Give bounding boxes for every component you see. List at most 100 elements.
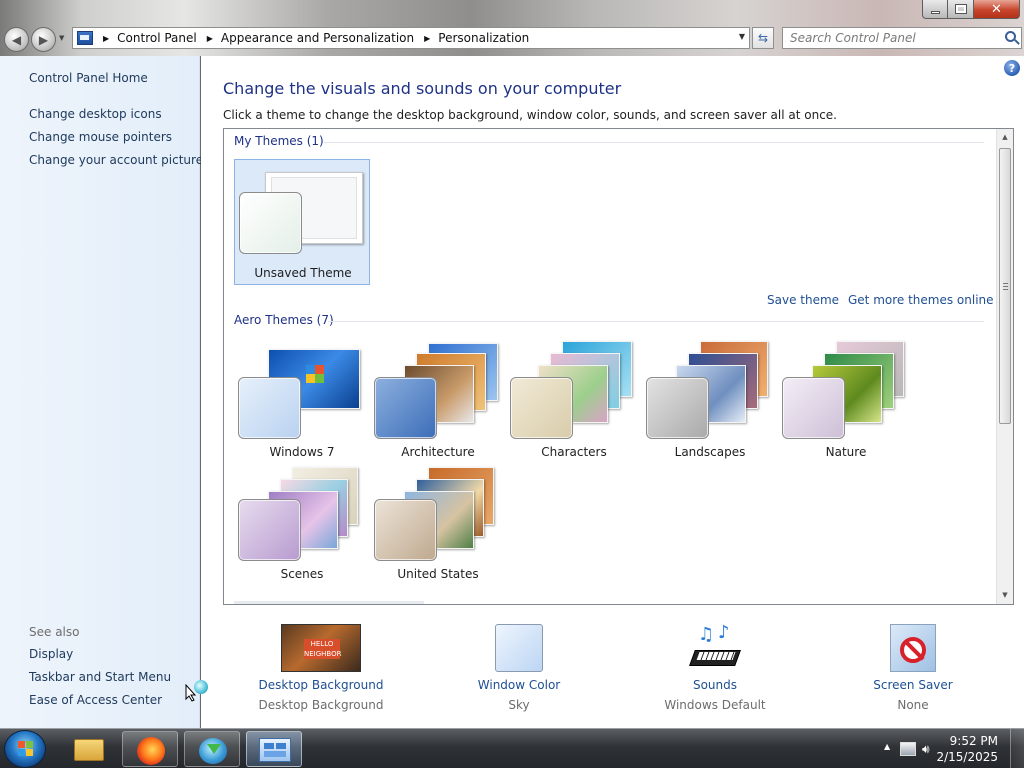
- get-more-themes-link[interactable]: Get more themes online: [848, 293, 994, 307]
- change-desktop-icons-link[interactable]: Change desktop icons: [29, 107, 162, 121]
- taskbar-explorer[interactable]: [60, 731, 116, 767]
- screen-saver-value: None: [897, 698, 929, 712]
- address-bar[interactable]: ▶ Control Panel ▶ Appearance and Persona…: [72, 27, 750, 49]
- task-pane: Control Panel Home Change desktop icons …: [0, 56, 203, 728]
- change-mouse-pointers-link[interactable]: Change mouse pointers: [29, 130, 172, 144]
- control-panel-icon-detail: [264, 751, 286, 757]
- window-color-value: Sky: [508, 698, 530, 712]
- show-hidden-icons-icon[interactable]: ▲: [884, 742, 890, 751]
- search-input[interactable]: Search Control Panel: [782, 27, 1022, 49]
- screen-saver-tile[interactable]: Screen Saver None: [823, 624, 1003, 714]
- theme-list-scrollbar[interactable]: ▲ ▼: [996, 129, 1013, 604]
- piano-keys-white: [696, 652, 736, 660]
- taskbar-download-manager[interactable]: [184, 731, 240, 767]
- sounds-tile[interactable]: ♫ ♪ Sounds Windows Default: [625, 622, 805, 714]
- taskbar-control-panel[interactable]: [246, 731, 302, 767]
- breadcrumb-item-personalization[interactable]: Personalization: [438, 31, 529, 45]
- firefox-icon: [137, 737, 165, 765]
- taskbar-firefox[interactable]: [122, 731, 178, 767]
- scroll-down-icon[interactable]: ▼: [997, 587, 1013, 603]
- window-color-tile[interactable]: Window Color Sky: [429, 624, 609, 714]
- address-dropdown-icon[interactable]: ▼: [739, 32, 745, 41]
- windows-explorer-icon: [74, 739, 104, 761]
- theme-color-swatch: [510, 377, 573, 439]
- refresh-icon: ⇆: [757, 31, 769, 45]
- breadcrumb-item-appearance[interactable]: Appearance and Personalization: [221, 31, 414, 45]
- back-button[interactable]: ◀: [4, 27, 29, 52]
- control-panel-icon: [259, 738, 291, 762]
- aero-themes-header: Aero Themes (7): [234, 313, 334, 327]
- control-panel-home-link[interactable]: Control Panel Home: [29, 71, 148, 85]
- theme-color-swatch: [238, 377, 301, 439]
- show-desktop-button[interactable]: [1010, 729, 1024, 768]
- windows-logo-icon: [18, 741, 34, 757]
- desktop-background-tile[interactable]: HELLO NEIGHBOR Desktop Background Desktop…: [231, 624, 411, 714]
- forward-button[interactable]: ▶: [31, 27, 56, 52]
- ease-of-access-link[interactable]: Ease of Access Center: [29, 693, 162, 707]
- maximize-icon: [954, 4, 967, 14]
- scroll-grip: [1003, 289, 1008, 290]
- caption-buttons: ✕: [922, 0, 1020, 19]
- theme-color-swatch: [646, 377, 709, 439]
- screen-saver-link[interactable]: Screen Saver: [823, 678, 1003, 692]
- clock-time[interactable]: 9:52 PM: [950, 734, 998, 748]
- breadcrumb-arrow-icon[interactable]: ▶: [207, 34, 213, 43]
- theme-united-states[interactable]: United States: [370, 461, 506, 587]
- system-tray: ▲ 🔊︎ 9:52 PM 2/15/2025: [854, 729, 1024, 768]
- windows-logo-icon: [306, 365, 324, 383]
- breadcrumb: ▶ Control Panel ▶ Appearance and Persona…: [93, 31, 529, 45]
- breadcrumb-arrow-icon[interactable]: ▶: [424, 34, 430, 43]
- my-themes-header: My Themes (1): [234, 134, 324, 148]
- theme-characters[interactable]: Characters: [506, 333, 642, 459]
- theme-unsaved[interactable]: Unsaved Theme: [234, 159, 370, 285]
- theme-windows-7[interactable]: Windows 7: [234, 333, 370, 459]
- help-icon[interactable]: ?: [1004, 60, 1020, 76]
- desktop-background-value: Desktop Background: [258, 698, 384, 712]
- display-link[interactable]: Display: [29, 647, 73, 661]
- taskbar-start-menu-link[interactable]: Taskbar and Start Menu: [29, 670, 171, 684]
- recent-pages-dropdown[interactable]: ▼: [59, 34, 64, 42]
- minimize-button[interactable]: [922, 0, 948, 19]
- theme-nature[interactable]: Nature: [778, 333, 914, 459]
- close-button[interactable]: ✕: [974, 0, 1020, 19]
- theme-color-swatch: [374, 377, 437, 439]
- maximize-button[interactable]: [948, 0, 974, 19]
- music-note-icon: ♫: [698, 624, 715, 645]
- breadcrumb-item-control-panel[interactable]: Control Panel: [117, 31, 197, 45]
- refresh-button[interactable]: ⇆: [752, 27, 774, 49]
- see-also-label: See also: [29, 625, 80, 639]
- window-color-link[interactable]: Window Color: [429, 678, 609, 692]
- control-panel-icon-detail: [264, 743, 274, 749]
- window-titlebar: ✕ ◀ ▶ ▼ ▶ Control Panel ▶ Appearance and…: [0, 0, 1024, 56]
- sounds-link[interactable]: Sounds: [625, 678, 805, 692]
- theme-color-swatch: [782, 377, 845, 439]
- personalization-content: ? Change the visuals and sounds on your …: [201, 56, 1024, 728]
- back-arrow-icon: ◀: [11, 32, 22, 47]
- next-group-header-clipped: [234, 601, 424, 604]
- theme-scenes[interactable]: Scenes: [234, 461, 370, 587]
- change-account-picture-link[interactable]: Change your account picture: [29, 153, 203, 167]
- screen-saver-icon: [890, 624, 936, 672]
- theme-label: Characters: [541, 445, 607, 459]
- sounds-value: Windows Default: [664, 698, 766, 712]
- network-icon[interactable]: [900, 742, 916, 756]
- desktop-background-link[interactable]: Desktop Background: [231, 678, 411, 692]
- scroll-up-icon[interactable]: ▲: [997, 129, 1013, 145]
- scroll-grip: [1003, 283, 1008, 284]
- theme-label: United States: [397, 567, 479, 581]
- group-divider: [328, 321, 984, 322]
- search-icon[interactable]: [1005, 31, 1016, 42]
- breadcrumb-arrow-icon[interactable]: ▶: [103, 34, 109, 43]
- search-placeholder: Search Control Panel: [790, 31, 916, 45]
- theme-architecture[interactable]: Architecture: [370, 333, 506, 459]
- scrollbar-thumb[interactable]: [999, 148, 1011, 424]
- theme-landscapes[interactable]: Landscapes: [642, 333, 778, 459]
- theme-color-swatch: [239, 192, 302, 254]
- theme-list[interactable]: My Themes (1) Unsaved Theme Save theme G…: [223, 128, 1014, 605]
- save-theme-link[interactable]: Save theme: [767, 293, 839, 307]
- desktop-background-icon: HELLO NEIGHBOR: [281, 624, 361, 672]
- clock-date[interactable]: 2/15/2025: [936, 750, 998, 764]
- start-button[interactable]: [4, 730, 46, 768]
- scroll-grip: [1003, 286, 1008, 287]
- control-panel-icon-detail: [276, 743, 286, 749]
